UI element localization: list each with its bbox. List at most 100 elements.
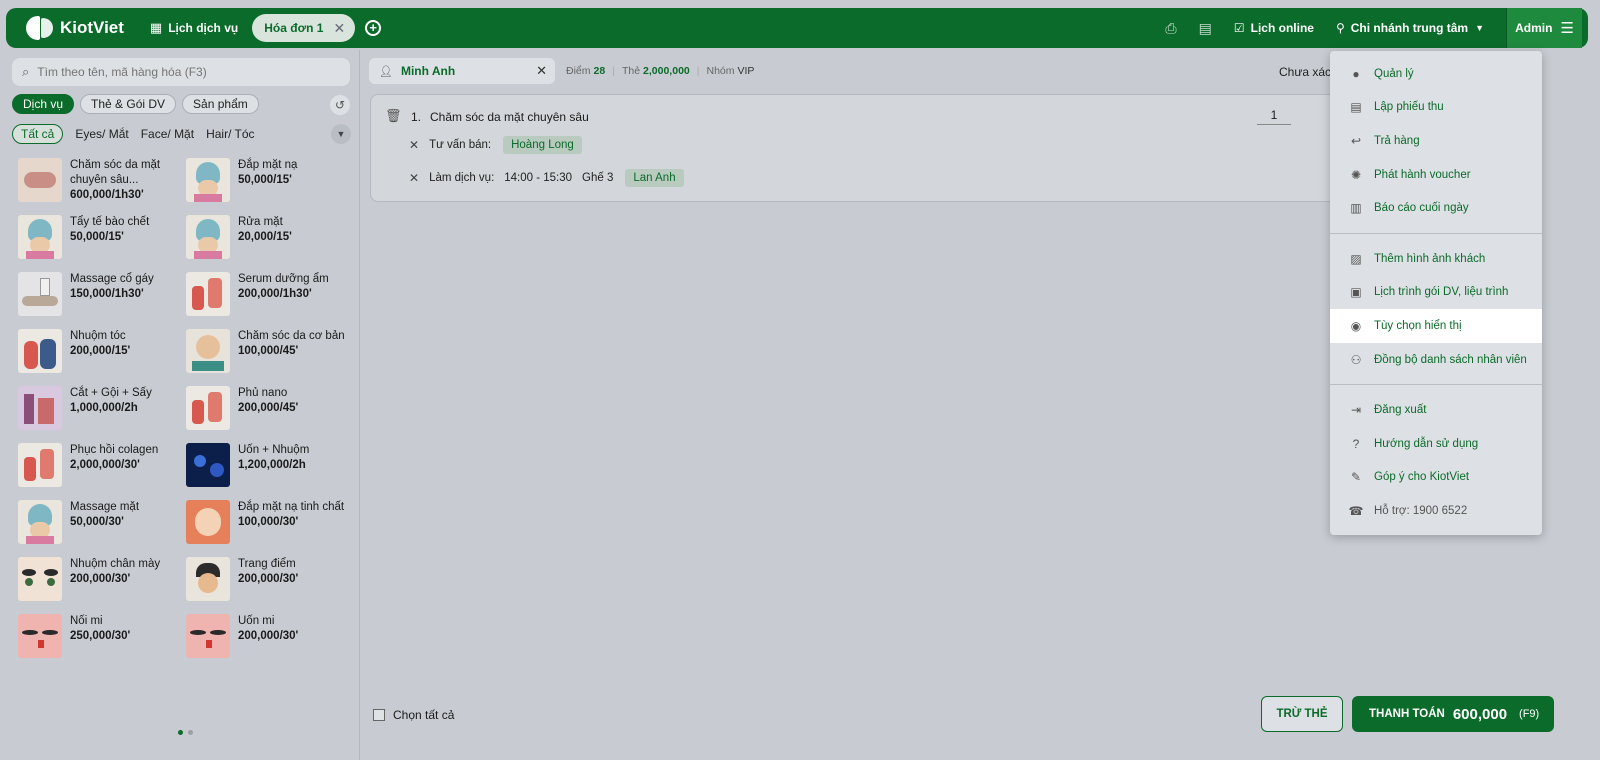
product-item[interactable]: Chăm sóc da mặt chuyên sâu... 600,000/1h3… xyxy=(18,158,186,202)
remove-customer-icon[interactable]: ✕ xyxy=(536,63,547,79)
menu-item-receipt[interactable]: ▤ Lập phiếu thu xyxy=(1330,91,1542,125)
nav-service-schedule[interactable]: ▦ Lịch dịch vụ xyxy=(150,20,238,36)
menu-item-support[interactable]: ☎ Hỗ trợ: 1900 6522 xyxy=(1330,494,1542,528)
deduct-card-button[interactable]: TRỪ THẺ xyxy=(1261,696,1343,732)
report-icon: ▥ xyxy=(1350,201,1362,216)
calendar-check-icon: ☑ xyxy=(1233,21,1245,35)
product-item[interactable]: Nhuộm chân mày 200,000/30' xyxy=(18,557,186,601)
trash-icon[interactable]: 🗑︎ xyxy=(385,108,402,124)
voucher-icon: ✺ xyxy=(1350,167,1362,182)
product-thumbnail xyxy=(18,386,62,430)
calendar-icon: ▦ xyxy=(149,20,163,35)
service-time[interactable]: 14:00 - 15:30 xyxy=(504,172,572,184)
menu-item-display-options[interactable]: ◉ Tùy chọn hiển thị xyxy=(1330,309,1542,343)
menu-item-return[interactable]: ↩ Trả hàng xyxy=(1330,124,1542,158)
product-thumbnail xyxy=(18,557,62,601)
consultant-row: ✕ Tư vấn bán: Hoàng Long xyxy=(409,136,582,154)
subcategory-hair[interactable]: Hair/ Tóc xyxy=(206,127,254,141)
subcategory-face[interactable]: Face/ Mặt xyxy=(141,127,194,141)
reply-all-icon: ↩ xyxy=(1350,133,1362,148)
pay-button[interactable]: THANH TOÁN 600,000 (F9) xyxy=(1352,696,1554,732)
product-item[interactable]: Rửa mặt 20,000/15' xyxy=(186,215,354,259)
image-icon: ▨ xyxy=(1350,251,1362,266)
product-item[interactable]: Trang điểm 200,000/30' xyxy=(186,557,354,601)
product-item[interactable]: Serum dưỡng ẩm 200,000/1h30' xyxy=(186,272,354,316)
branch-selector[interactable]: ⚲ Chi nhánh trung tâm ▼ xyxy=(1336,21,1484,35)
question-icon: ? xyxy=(1352,436,1360,451)
menu-item-help[interactable]: ? Hướng dẫn sử dụng xyxy=(1330,427,1542,461)
person-icon: ● xyxy=(1352,66,1360,81)
product-item[interactable]: Đắp mặt nạ tinh chất 100,000/30' xyxy=(186,500,354,544)
pager-dot[interactable] xyxy=(188,730,193,735)
product-item[interactable]: Tẩy tế bào chết 50,000/15' xyxy=(18,215,186,259)
product-item[interactable]: Nối mi 250,000/30' xyxy=(18,614,186,658)
order-status[interactable]: Chưa xác xyxy=(1279,65,1331,79)
tab-invoice-1[interactable]: Hóa đơn 1 ✕ xyxy=(252,14,356,42)
customer-name: Minh Anh xyxy=(400,64,456,78)
product-grid: Chăm sóc da mặt chuyên sâu... 600,000/1h3… xyxy=(18,158,358,658)
product-thumbnail xyxy=(186,215,230,259)
consultant-tag[interactable]: Hoàng Long xyxy=(503,136,582,154)
category-products[interactable]: Sản phẩm xyxy=(182,94,259,114)
customer-chip[interactable]: 👤︎ Minh Anh ✕ xyxy=(369,58,555,84)
product-item[interactable]: Đắp mặt nạ 50,000/15' xyxy=(186,158,354,202)
kiotviet-logo-icon xyxy=(26,14,54,42)
menu-item-add-photo[interactable]: ▨ Thêm hình ảnh khách xyxy=(1330,242,1542,276)
top-bar: KiotViet ▦ Lịch dịch vụ Hóa đơn 1 ✕ + ⎙ … xyxy=(6,8,1588,48)
history-icon[interactable]: ↺ xyxy=(330,95,350,115)
service-row: ✕ Làm dịch vụ: 14:00 - 15:30 Ghế 3 Lan A… xyxy=(409,169,684,187)
staff-tag[interactable]: Lan Anh xyxy=(625,169,684,187)
chair-label[interactable]: Ghế 3 xyxy=(582,172,613,184)
total-amount: 600,000 xyxy=(1452,705,1508,723)
subcategory-tabs: Tất cả Eyes/ Mắt Face/ Mặt Hair/ Tóc xyxy=(12,124,267,144)
product-panel: ⌕ Dịch vụ Thẻ & Gói DV Sản phẩm ↺ Tất cả… xyxy=(0,50,360,760)
expand-categories-icon[interactable]: ▼ xyxy=(331,124,351,144)
product-item[interactable]: Chăm sóc da cơ bản 100,000/45' xyxy=(186,329,354,373)
menu-divider xyxy=(1330,232,1542,234)
menu-item-voucher[interactable]: ✺ Phát hành voucher xyxy=(1330,158,1542,192)
product-item[interactable]: Nhuộm tóc 200,000/15' xyxy=(18,329,186,373)
nav-online-schedule[interactable]: ☑ Lịch online xyxy=(1234,21,1314,35)
admin-menu-button[interactable]: Admin ☰ xyxy=(1506,8,1582,48)
users-icon: ⚇ xyxy=(1350,352,1362,367)
printer-icon[interactable]: ⎙ xyxy=(1165,20,1176,37)
product-item[interactable]: Massage cổ gáy 150,000/1h30' xyxy=(18,272,186,316)
subcategory-eyes[interactable]: Eyes/ Mắt xyxy=(75,127,128,141)
product-item[interactable]: Massage mặt 50,000/30' xyxy=(18,500,186,544)
pager-dot-active[interactable] xyxy=(178,730,183,735)
customer-meta: Điểm 28 | Thẻ 2,000,000 | Nhóm VIP xyxy=(566,65,755,77)
product-thumbnail xyxy=(186,386,230,430)
menu-item-eod-report[interactable]: ▥ Báo cáo cuối ngày xyxy=(1330,191,1542,225)
customer-card-balance: 2,000,000 xyxy=(643,65,690,77)
product-item[interactable]: Phục hồi colagen 2,000,000/30' xyxy=(18,443,186,487)
select-all[interactable]: Chọn tất cả xyxy=(373,708,454,722)
product-thumbnail xyxy=(186,329,230,373)
product-item[interactable]: Uốn mi 200,000/30' xyxy=(186,614,354,658)
quantity-input[interactable]: 1 xyxy=(1257,108,1291,125)
search-input[interactable] xyxy=(37,65,318,79)
remove-consultant-icon[interactable]: ✕ xyxy=(409,138,419,152)
select-all-checkbox[interactable] xyxy=(373,709,385,721)
phone-icon: ☎ xyxy=(1348,503,1364,518)
document-icon[interactable]: ▤ xyxy=(1199,20,1212,37)
clipboard-icon: ▣ xyxy=(1350,285,1362,300)
remove-service-staff-icon[interactable]: ✕ xyxy=(409,171,419,185)
product-item[interactable]: Cắt + Gội + Sấy 1,000,000/2h xyxy=(18,386,186,430)
product-item[interactable]: Phủ nano 200,000/45' xyxy=(186,386,354,430)
close-tab-icon[interactable]: ✕ xyxy=(333,20,345,37)
menu-item-package-schedule[interactable]: ▣ Lịch trình gói DV, liệu trình xyxy=(1330,276,1542,310)
category-services[interactable]: Dịch vụ xyxy=(12,94,75,114)
admin-dropdown-menu: ● Quản lý ▤ Lập phiếu thu ↩ Trả hàng ✺ Phát … xyxy=(1330,51,1542,535)
menu-item-feedback[interactable]: ✎ Góp ý cho KiotViet xyxy=(1330,461,1542,495)
add-tab-icon[interactable]: + xyxy=(365,20,382,36)
menu-item-logout[interactable]: ⇥ Đăng xuất xyxy=(1330,393,1542,427)
subcategory-all[interactable]: Tất cả xyxy=(12,124,64,144)
product-thumbnail xyxy=(186,614,230,658)
product-item[interactable]: Uốn + Nhuộm 1,200,000/2h xyxy=(186,443,354,487)
menu-item-sync-staff[interactable]: ⚇ Đồng bộ danh sách nhân viên xyxy=(1330,343,1542,377)
category-cards[interactable]: Thẻ & Gói DV xyxy=(80,94,177,114)
search-box[interactable]: ⌕ xyxy=(12,58,350,86)
menu-item-manage[interactable]: ● Quản lý xyxy=(1330,57,1542,91)
brand-logo[interactable]: KiotViet xyxy=(26,14,124,42)
customer-group: VIP xyxy=(737,65,755,77)
